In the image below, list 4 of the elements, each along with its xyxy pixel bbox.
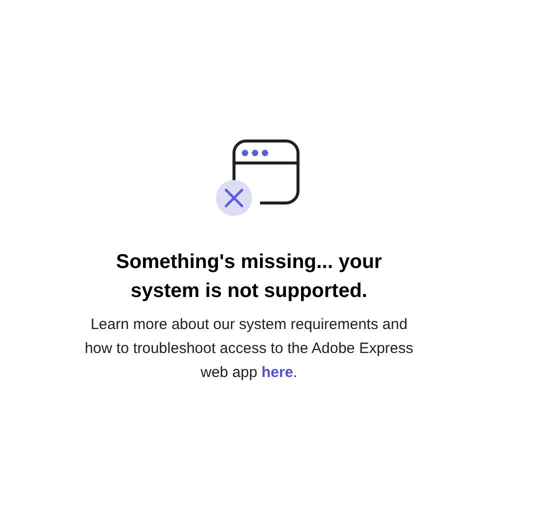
error-title: Something's missing... your system is not supported. xyxy=(115,250,383,304)
error-message: Learn more about our system requirements and how to troubleshoot access to the Adobe Express web app here. xyxy=(84,315,414,383)
here-link[interactable]: here xyxy=(262,364,294,381)
browser-error-icon xyxy=(216,139,300,218)
